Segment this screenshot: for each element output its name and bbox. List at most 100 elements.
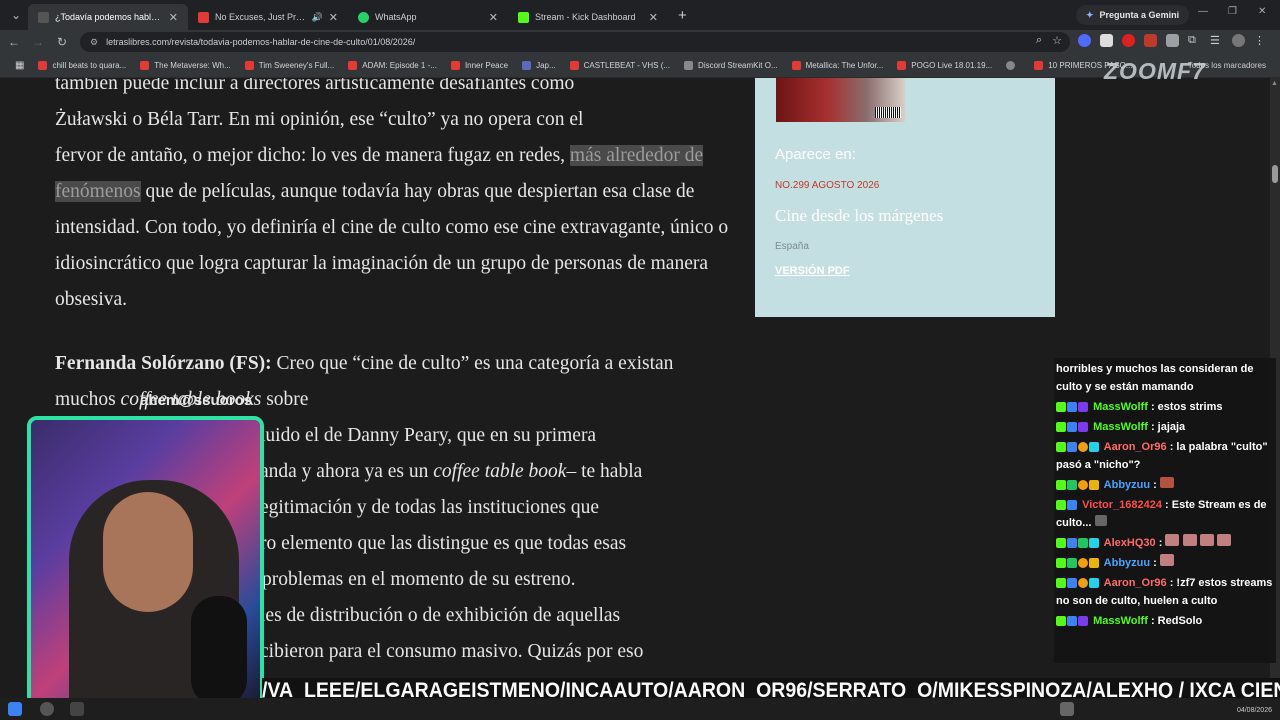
close-tab-icon[interactable]: ✕ [643, 11, 658, 24]
chat-username[interactable]: MassWolff [1093, 615, 1148, 627]
apps-grid-icon[interactable]: ▦ [8, 60, 31, 71]
scroll-up-arrow-icon[interactable]: ▲ [1271, 80, 1278, 87]
kick-icon [518, 11, 529, 23]
extension-icon[interactable] [1166, 34, 1179, 47]
chat-username[interactable]: MassWolff [1093, 421, 1148, 433]
article-text: – te habla [566, 461, 643, 482]
close-tab-icon[interactable]: ✕ [163, 11, 178, 24]
tab-search-icon[interactable]: ⌄ [4, 8, 28, 22]
forward-icon[interactable]: → [26, 35, 50, 49]
kick-badge-icon [1056, 442, 1066, 453]
youtube-icon [569, 61, 579, 70]
chat-badges [1056, 538, 1099, 549]
chat-username[interactable]: Abbyzuu [1104, 557, 1150, 569]
chat-text: : jajaja [1150, 421, 1186, 433]
minimize-icon[interactable]: — [1198, 6, 1208, 17]
bookmark-label: POGO Live 18.01.19... [911, 61, 993, 70]
reload-icon[interactable]: ↻ [50, 35, 74, 49]
chat-username[interactable]: Aaron_Or96 [1104, 441, 1167, 453]
profile-avatar[interactable] [1232, 34, 1245, 47]
extension-icon[interactable] [1100, 34, 1113, 47]
bookmark-item[interactable]: ADAM: Episode 1 -... [341, 61, 444, 70]
new-tab-button[interactable]: + [678, 7, 687, 24]
chat-username[interactable]: Abbyzuu [1104, 479, 1150, 491]
bookmark-item[interactable]: Discord StreamKit O... [677, 61, 785, 70]
bookmark-item[interactable] [999, 61, 1027, 70]
tab-title: No Excuses, Just Progress [215, 12, 306, 22]
speaker-icon[interactable]: 🔊 [306, 12, 323, 23]
bookmark-favicon-icon [684, 61, 694, 70]
section-title-link[interactable]: Cine desde los márgenes [775, 206, 943, 226]
extension-icon[interactable] [1078, 34, 1091, 47]
chat-message: MassWolff : RedSolo [1056, 612, 1274, 630]
bookmark-item[interactable]: CASTLEBEAT - VHS (... [563, 61, 677, 70]
coin-badge-icon [1078, 578, 1088, 589]
article-emphasis: coffee table book [433, 461, 567, 482]
reading-list-icon[interactable]: ☰ [1210, 34, 1223, 47]
extension-icon[interactable] [1144, 34, 1157, 47]
menu-icon[interactable]: ⋮ [1254, 34, 1267, 47]
extensions-puzzle-icon[interactable]: ⧉ [1188, 34, 1201, 47]
address-bar[interactable]: ⚙ letraslibres.com/revista/todavia-podem… [80, 32, 1070, 52]
chat-message: horribles y muchos las consideran de cul… [1056, 360, 1274, 396]
bookmark-item[interactable]: chill beats to quara... [31, 61, 133, 70]
taskbar: 04/08/2026 [0, 698, 1280, 720]
kick-badge-icon [1056, 578, 1066, 589]
zoom-icon[interactable]: ⌕ [1036, 34, 1042, 47]
gift-badge-icon [1078, 538, 1088, 549]
tab-active[interactable]: ¿Todavía podemos hablar de c ✕ [28, 4, 188, 30]
coin-badge-icon [1078, 480, 1088, 491]
scrollbar-thumb[interactable] [1272, 165, 1278, 183]
tab-youtube[interactable]: No Excuses, Just Progress 🔊 ✕ [188, 4, 348, 30]
bookmark-item[interactable]: POGO Live 18.01.19... [890, 61, 999, 70]
chat-username[interactable]: Victor_1682424 [1082, 499, 1162, 511]
bookmark-label: CASTLEBEAT - VHS (... [583, 61, 671, 70]
streamer-face [103, 492, 193, 612]
youtube-icon [791, 61, 801, 70]
chat-message: MassWolff : estos strims [1056, 398, 1274, 416]
sub-badge-icon [1089, 538, 1099, 549]
chat-message: Abbyzuu : [1056, 476, 1274, 494]
chat-overlay: horribles y muchos las consideran de cul… [1054, 358, 1276, 663]
bookmark-label: Jap... [536, 61, 556, 70]
bookmark-item[interactable]: Inner Peace [444, 61, 515, 70]
bookmark-star-icon[interactable]: ☆ [1052, 34, 1062, 47]
issue-card: Aparece en: NO.299 AGOSTO 2026 Cine desd… [755, 78, 1055, 317]
gemini-button[interactable]: ✦ Pregunta a Gemini [1076, 5, 1190, 25]
country-label: España [775, 241, 809, 252]
chat-username[interactable]: MassWolff [1093, 401, 1148, 413]
search-icon[interactable] [40, 702, 54, 716]
bookmark-item[interactable]: The Metaverse: Wh... [133, 61, 237, 70]
chat-badges [1056, 616, 1088, 627]
bookmark-item[interactable]: Jap... [515, 61, 563, 70]
close-tab-icon[interactable]: ✕ [323, 11, 338, 24]
emote-icon [1165, 534, 1180, 546]
pdf-version-link[interactable]: VERSIÓN PDF [775, 265, 850, 277]
bookmark-item[interactable]: Tim Sweeney's Full... [238, 61, 341, 70]
back-icon[interactable]: ← [2, 35, 26, 49]
microphone-icon [191, 596, 247, 702]
bookmark-favicon-icon [522, 61, 532, 70]
extension-icon[interactable] [1122, 34, 1135, 47]
tray-icon[interactable] [1060, 702, 1074, 716]
site-info-icon[interactable]: ⚙ [90, 37, 98, 48]
tab-whatsapp[interactable]: WhatsApp ✕ [348, 4, 508, 30]
close-window-icon[interactable]: ✕ [1258, 6, 1266, 17]
sub-badge-icon [1067, 500, 1077, 511]
chat-username[interactable]: Aaron_Or96 [1104, 577, 1167, 589]
task-view-icon[interactable] [70, 702, 84, 716]
chat-badges [1056, 558, 1099, 569]
windows-start-icon[interactable] [8, 702, 22, 716]
bookmark-item[interactable]: Metallica: The Unfor... [785, 61, 891, 70]
youtube-icon [244, 61, 254, 70]
issue-link[interactable]: NO.299 AGOSTO 2026 [775, 180, 879, 191]
restore-icon[interactable]: ❐ [1228, 6, 1237, 17]
close-tab-icon[interactable]: ✕ [483, 11, 498, 24]
chat-message: MassWolff : jajaja [1056, 418, 1274, 436]
chat-username[interactable]: AlexHQ30 [1104, 537, 1156, 549]
webcam-overlay [27, 416, 264, 706]
gift-badge-icon [1089, 442, 1099, 453]
chat-badges [1056, 480, 1099, 491]
magazine-cover-image[interactable] [776, 78, 905, 122]
tab-kick[interactable]: Stream - Kick Dashboard ✕ [508, 4, 668, 30]
